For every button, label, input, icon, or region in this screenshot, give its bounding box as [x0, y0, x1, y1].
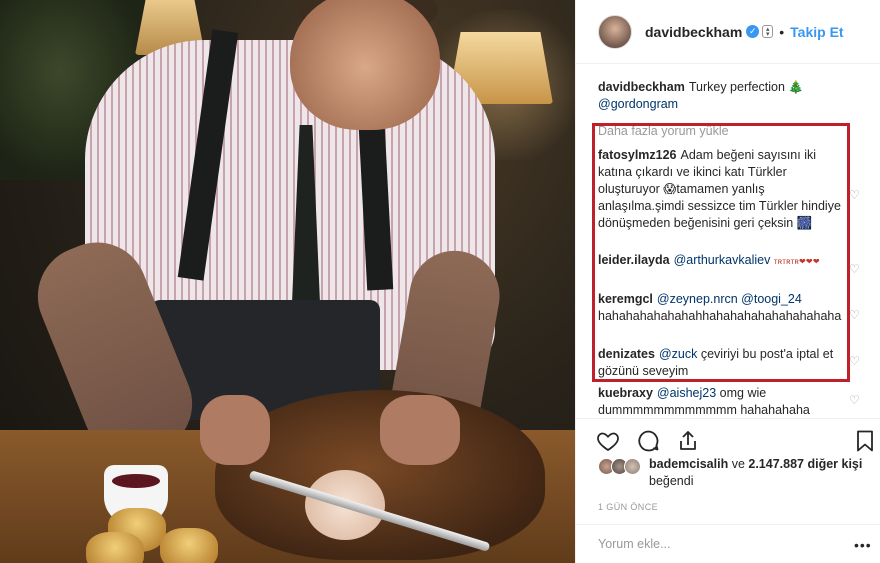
likes-connector: ve — [731, 457, 745, 471]
add-comment-bar: ••• — [576, 524, 880, 563]
post-timestamp[interactable]: 1 GÜN ÖNCE — [598, 502, 658, 512]
post-photo[interactable] — [0, 0, 575, 563]
post-side-panel: davidbeckham ✓ ▴ ▾ • Takip Et davidbeckha… — [575, 0, 880, 563]
account-switch-icon[interactable]: ▴ ▾ — [762, 25, 774, 38]
comment-mention[interactable]: @arthurkavkaliev — [674, 253, 771, 267]
more-icon[interactable]: ••• — [854, 537, 872, 553]
like-comment-heart-icon[interactable]: ♡ — [849, 309, 861, 321]
hand-left — [200, 395, 270, 465]
comment-item: kuebraxy @aishej23 omg wie dummmmmmmmmmmm… — [598, 385, 843, 419]
avatar[interactable] — [598, 14, 632, 49]
comment-item: fatosylmz126 Adam beğeni sayısını iki kat… — [598, 147, 843, 232]
action-bar — [576, 418, 880, 458]
likes-summary: bademcisalih ve 2.147.887 diğer kişi beğ… — [598, 456, 868, 490]
separator-dot: • — [779, 23, 785, 40]
comment-item: leider.ilayda @arthurkavkaliev ᴛʀᴛʀᴛʀ❤❤❤ — [598, 252, 843, 270]
comment-username[interactable]: keremgcl — [598, 292, 653, 306]
likes-suffix: beğendi — [649, 474, 694, 488]
comment-username[interactable]: kuebraxy — [598, 386, 653, 400]
comment-text: hahahahahahahahhahahahahahahahahaha — [598, 309, 842, 323]
yorkshire-pudding — [86, 532, 144, 563]
post-header: davidbeckham ✓ ▴ ▾ • Takip Et — [576, 0, 880, 64]
like-comment-heart-icon[interactable]: ♡ — [849, 394, 861, 406]
likes-text: bademcisalih ve 2.147.887 diğer kişi beğ… — [649, 456, 862, 490]
like-comment-heart-icon[interactable]: ♡ — [849, 189, 861, 201]
verified-icon: ✓ — [746, 25, 760, 38]
comment-mention[interactable]: @zuck — [659, 347, 697, 361]
comment-item: keremgcl @zeynep.nrcn @toogi_24 hahahahah… — [598, 291, 843, 325]
bookmark-icon[interactable] — [853, 429, 877, 453]
like-comment-heart-icon[interactable]: ♡ — [849, 263, 861, 275]
post-caption: davidbeckham Turkey perfection 🎄 @gordong… — [598, 79, 863, 113]
comment-text: ᴛʀᴛʀᴛʀ❤❤❤ — [773, 257, 820, 266]
liker-avatars[interactable] — [598, 458, 641, 475]
follow-button[interactable]: Takip Et — [790, 24, 843, 40]
comment-icon[interactable] — [636, 429, 660, 453]
caption-username[interactable]: davidbeckham — [598, 80, 685, 94]
load-more-comments[interactable]: Daha fazla yorum yükle — [598, 124, 729, 138]
head — [290, 0, 440, 130]
hand-right — [380, 395, 460, 465]
liker-username[interactable]: bademcisalih — [649, 457, 728, 471]
comment-username[interactable]: fatosylmz126 — [598, 148, 677, 162]
comment-mention[interactable]: @zeynep.nrcn @toogi_24 — [657, 292, 802, 306]
caption-text: Turkey perfection 🎄 — [688, 80, 804, 94]
share-icon[interactable] — [676, 429, 700, 453]
comment-mention[interactable]: @aishej23 — [657, 386, 716, 400]
comment-username[interactable]: denizates — [598, 347, 655, 361]
comment-username[interactable]: leider.ilayda — [598, 253, 670, 267]
likes-count[interactable]: 2.147.887 diğer kişi — [748, 457, 862, 471]
comment-input[interactable] — [598, 537, 828, 551]
like-comment-heart-icon[interactable]: ♡ — [849, 355, 861, 367]
cranberry-sauce — [112, 474, 160, 488]
comment-item: denizates @zuck çeviriyi bu post'a iptal … — [598, 346, 843, 380]
yorkshire-pudding — [160, 528, 218, 563]
heart-icon[interactable] — [596, 429, 620, 453]
avatar — [624, 458, 641, 475]
caption-mention[interactable]: @gordongram — [598, 97, 678, 111]
header-username[interactable]: davidbeckham — [645, 24, 742, 40]
